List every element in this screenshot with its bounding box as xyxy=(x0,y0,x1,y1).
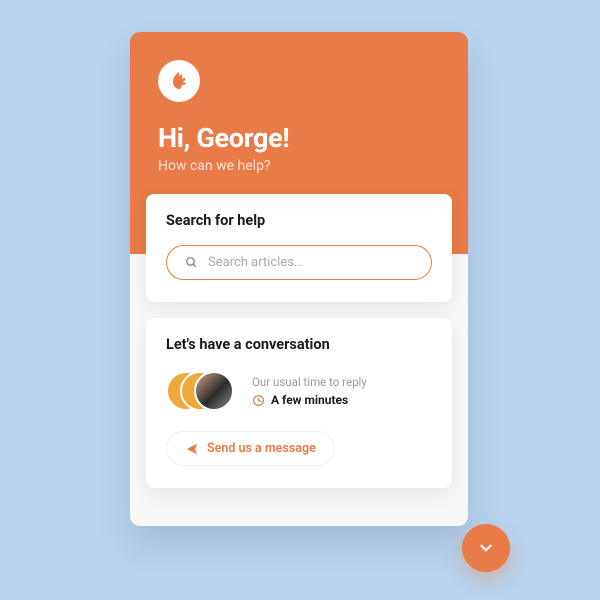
send-button-label: Send us a message xyxy=(207,441,316,456)
search-icon xyxy=(185,256,198,269)
reply-info: Our usual time to reply A few minutes xyxy=(252,375,432,407)
card-container: Search for help Let's have a conversatio… xyxy=(130,194,468,526)
search-input[interactable] xyxy=(208,255,413,270)
avatar xyxy=(194,371,234,411)
brand-logo xyxy=(158,60,200,102)
collapse-button[interactable] xyxy=(462,524,510,572)
avatar-stack xyxy=(166,369,238,413)
send-icon xyxy=(185,442,199,456)
greeting-text: Hi, George! xyxy=(158,122,440,154)
search-card-title: Search for help xyxy=(166,212,432,229)
reply-label: Our usual time to reply xyxy=(252,375,432,389)
send-message-button[interactable]: Send us a message xyxy=(166,431,335,466)
reply-time-row: A few minutes xyxy=(252,393,432,407)
conversation-card: Let's have a conversation Our usual time… xyxy=(146,318,452,488)
clock-icon xyxy=(252,394,265,407)
leaf-icon xyxy=(167,69,191,93)
subtitle-text: How can we help? xyxy=(158,158,440,174)
conversation-info-row: Our usual time to reply A few minutes xyxy=(166,369,432,413)
reply-time-text: A few minutes xyxy=(271,393,348,407)
conversation-card-title: Let's have a conversation xyxy=(166,336,432,353)
search-card: Search for help xyxy=(146,194,452,302)
help-widget: Hi, George! How can we help? Search for … xyxy=(130,32,468,526)
chevron-down-icon xyxy=(477,539,495,557)
search-box[interactable] xyxy=(166,245,432,280)
